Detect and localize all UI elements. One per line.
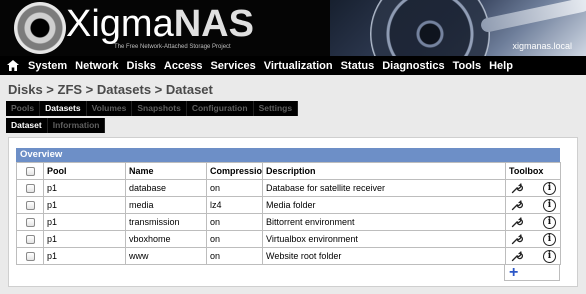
cell-toolbox: i xyxy=(505,213,561,231)
cell-description: Virtualbox environment xyxy=(262,230,506,248)
menu-diagnostics[interactable]: Diagnostics xyxy=(378,60,448,72)
tab-datasets[interactable]: Datasets xyxy=(40,101,87,116)
cell-pool: p1 xyxy=(43,247,126,265)
cell-toolbox: i xyxy=(505,196,561,214)
cell-name: media xyxy=(125,196,207,214)
table-header-row: Pool Name Compression Description Toolbo… xyxy=(16,162,561,180)
menu-virtualization[interactable]: Virtualization xyxy=(260,60,337,72)
select-all-checkbox-cell xyxy=(16,162,44,180)
cell-description: Website root folder xyxy=(262,247,506,265)
column-compression: Compression xyxy=(206,162,263,180)
wrench-icon[interactable] xyxy=(510,198,524,212)
menu-services[interactable]: Services xyxy=(206,60,259,72)
info-icon[interactable]: i xyxy=(543,249,556,263)
column-description: Description xyxy=(262,162,506,180)
cell-compression: lz4 xyxy=(206,196,263,214)
table-row: p1 media lz4 Media folder i xyxy=(16,196,561,214)
tabs-secondary: Dataset Information xyxy=(6,118,106,133)
cell-compression: on xyxy=(206,179,263,197)
hostname: xigmanas.local xyxy=(512,41,572,51)
cell-compression: on xyxy=(206,247,263,265)
overview-title: Overview xyxy=(16,148,560,162)
wrench-icon[interactable] xyxy=(510,181,524,195)
plus-icon[interactable]: + xyxy=(509,265,518,281)
cell-compression: on xyxy=(206,230,263,248)
row-checkbox[interactable] xyxy=(25,201,35,211)
cell-name: transmission xyxy=(125,213,207,231)
cell-toolbox: i xyxy=(505,230,561,248)
cell-pool: p1 xyxy=(43,213,126,231)
column-toolbox: Toolbox xyxy=(505,162,561,180)
cell-toolbox: i xyxy=(505,247,561,265)
row-checkbox[interactable] xyxy=(25,218,35,228)
table-row: p1 database on Database for satellite re… xyxy=(16,179,561,197)
menu-access[interactable]: Access xyxy=(160,60,207,72)
row-checkbox[interactable] xyxy=(25,235,35,245)
tab-dataset[interactable]: Dataset xyxy=(6,118,48,133)
column-pool: Pool xyxy=(43,162,126,180)
cell-pool: p1 xyxy=(43,230,126,248)
add-row: + xyxy=(504,264,560,281)
cell-description: Media folder xyxy=(262,196,506,214)
home-icon[interactable] xyxy=(2,56,24,75)
cell-name: www xyxy=(125,247,207,265)
info-icon[interactable]: i xyxy=(543,181,556,195)
tabs-primary: Pools Datasets Volumes Snapshots Configu… xyxy=(6,101,299,116)
tab-information[interactable]: Information xyxy=(47,118,106,133)
row-checkbox[interactable] xyxy=(25,252,35,262)
tab-settings[interactable]: Settings xyxy=(253,101,299,116)
column-name: Name xyxy=(125,162,207,180)
cell-name: vboxhome xyxy=(125,230,207,248)
menu-help[interactable]: Help xyxy=(485,60,517,72)
menu-system[interactable]: System xyxy=(24,60,71,72)
select-all-checkbox[interactable] xyxy=(25,167,35,177)
wrench-icon[interactable] xyxy=(510,215,524,229)
cell-compression: on xyxy=(206,213,263,231)
info-icon[interactable]: i xyxy=(543,232,556,246)
cell-pool: p1 xyxy=(43,179,126,197)
logo: XigmaNAS xyxy=(66,3,254,45)
datasets-table: Pool Name Compression Description Toolbo… xyxy=(16,162,561,265)
wrench-icon[interactable] xyxy=(510,232,524,246)
tab-pools[interactable]: Pools xyxy=(6,101,41,116)
tab-configuration[interactable]: Configuration xyxy=(186,101,254,116)
table-row: p1 www on Website root folder i xyxy=(16,247,561,265)
logo-tagline: The Free Network-Attached Storage Projec… xyxy=(114,44,231,50)
header: XigmaNAS The Free Network-Attached Stora… xyxy=(0,0,586,56)
menu-network[interactable]: Network xyxy=(71,60,122,72)
breadcrumb: Disks > ZFS > Datasets > Dataset xyxy=(8,82,213,97)
wrench-icon[interactable] xyxy=(510,249,524,263)
table-row: p1 transmission on Bittorrent environmen… xyxy=(16,213,561,231)
cell-toolbox: i xyxy=(505,179,561,197)
table-row: p1 vboxhome on Virtualbox environment i xyxy=(16,230,561,248)
cell-name: database xyxy=(125,179,207,197)
tab-snapshots[interactable]: Snapshots xyxy=(132,101,187,116)
menu-disks[interactable]: Disks xyxy=(123,60,160,72)
info-icon[interactable]: i xyxy=(543,215,556,229)
cell-description: Database for satellite receiver xyxy=(262,179,506,197)
menu-tools[interactable]: Tools xyxy=(449,60,486,72)
cell-pool: p1 xyxy=(43,196,126,214)
row-checkbox[interactable] xyxy=(25,184,35,194)
logo-disc-icon xyxy=(14,2,66,54)
menu-status[interactable]: Status xyxy=(337,60,379,72)
tab-volumes[interactable]: Volumes xyxy=(86,101,133,116)
main-menu: System Network Disks Access Services Vir… xyxy=(0,56,586,75)
info-icon[interactable]: i xyxy=(543,198,556,212)
cell-description: Bittorrent environment xyxy=(262,213,506,231)
